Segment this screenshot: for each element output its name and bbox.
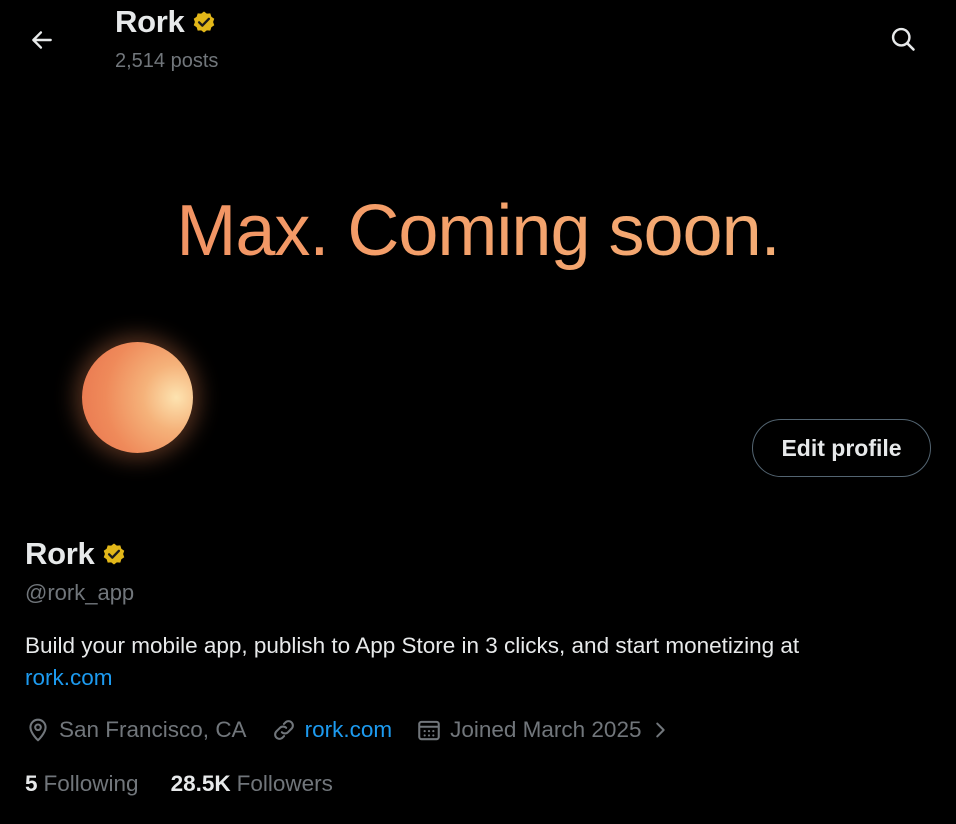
avatar[interactable] — [82, 342, 193, 453]
edit-profile-button[interactable]: Edit profile — [752, 419, 931, 477]
verified-badge-icon — [194, 11, 215, 33]
profile-bio: Build your mobile app, publish to App St… — [25, 630, 925, 694]
link-icon — [273, 720, 294, 740]
following-label: Following — [43, 771, 139, 796]
followers-count: 28.5K — [170, 771, 231, 796]
bio-link[interactable]: rork.com — [25, 665, 113, 690]
profile-header: Rork 2,514 posts — [0, 0, 956, 90]
calendar-icon — [418, 720, 440, 741]
back-button[interactable] — [22, 20, 62, 60]
profile-name: Rork — [25, 536, 128, 572]
website-item: rork.com — [271, 717, 393, 743]
verified-badge-icon[interactable] — [100, 540, 128, 568]
joined-text: Joined March 2025 — [450, 717, 642, 742]
header-name: Rork — [115, 4, 185, 39]
arrow-left-icon — [32, 31, 52, 49]
bio-text: Build your mobile app, publish to App St… — [25, 633, 800, 658]
followers-label: Followers — [236, 771, 333, 796]
joined-item[interactable]: Joined March 2025 — [416, 717, 671, 743]
follow-stats: 5 Following 28.5K Followers — [25, 768, 365, 800]
following-count: 5 — [25, 771, 38, 796]
header-title: Rork — [115, 4, 218, 40]
post-count: 2,514 posts — [115, 50, 219, 72]
location-text: San Francisco, CA — [59, 717, 247, 742]
search-button[interactable] — [882, 18, 924, 60]
location-item: San Francisco, CA — [25, 717, 247, 743]
profile-handle: @rork_app — [25, 580, 135, 605]
followers-link[interactable]: 28.5K Followers — [171, 771, 333, 797]
search-icon — [891, 27, 915, 51]
following-link[interactable]: 5 Following — [25, 771, 139, 797]
profile-display-name: Rork — [25, 536, 95, 571]
location-pin-icon — [29, 718, 47, 742]
chevron-right-icon — [656, 722, 666, 738]
website-link[interactable]: rork.com — [305, 717, 393, 743]
banner-headline: Max. Coming soon. — [0, 190, 956, 272]
profile-page: Rork 2,514 posts Max. Coming soon. Edit … — [0, 0, 956, 824]
profile-meta: San Francisco, CA rork.com Joined March … — [25, 713, 671, 747]
